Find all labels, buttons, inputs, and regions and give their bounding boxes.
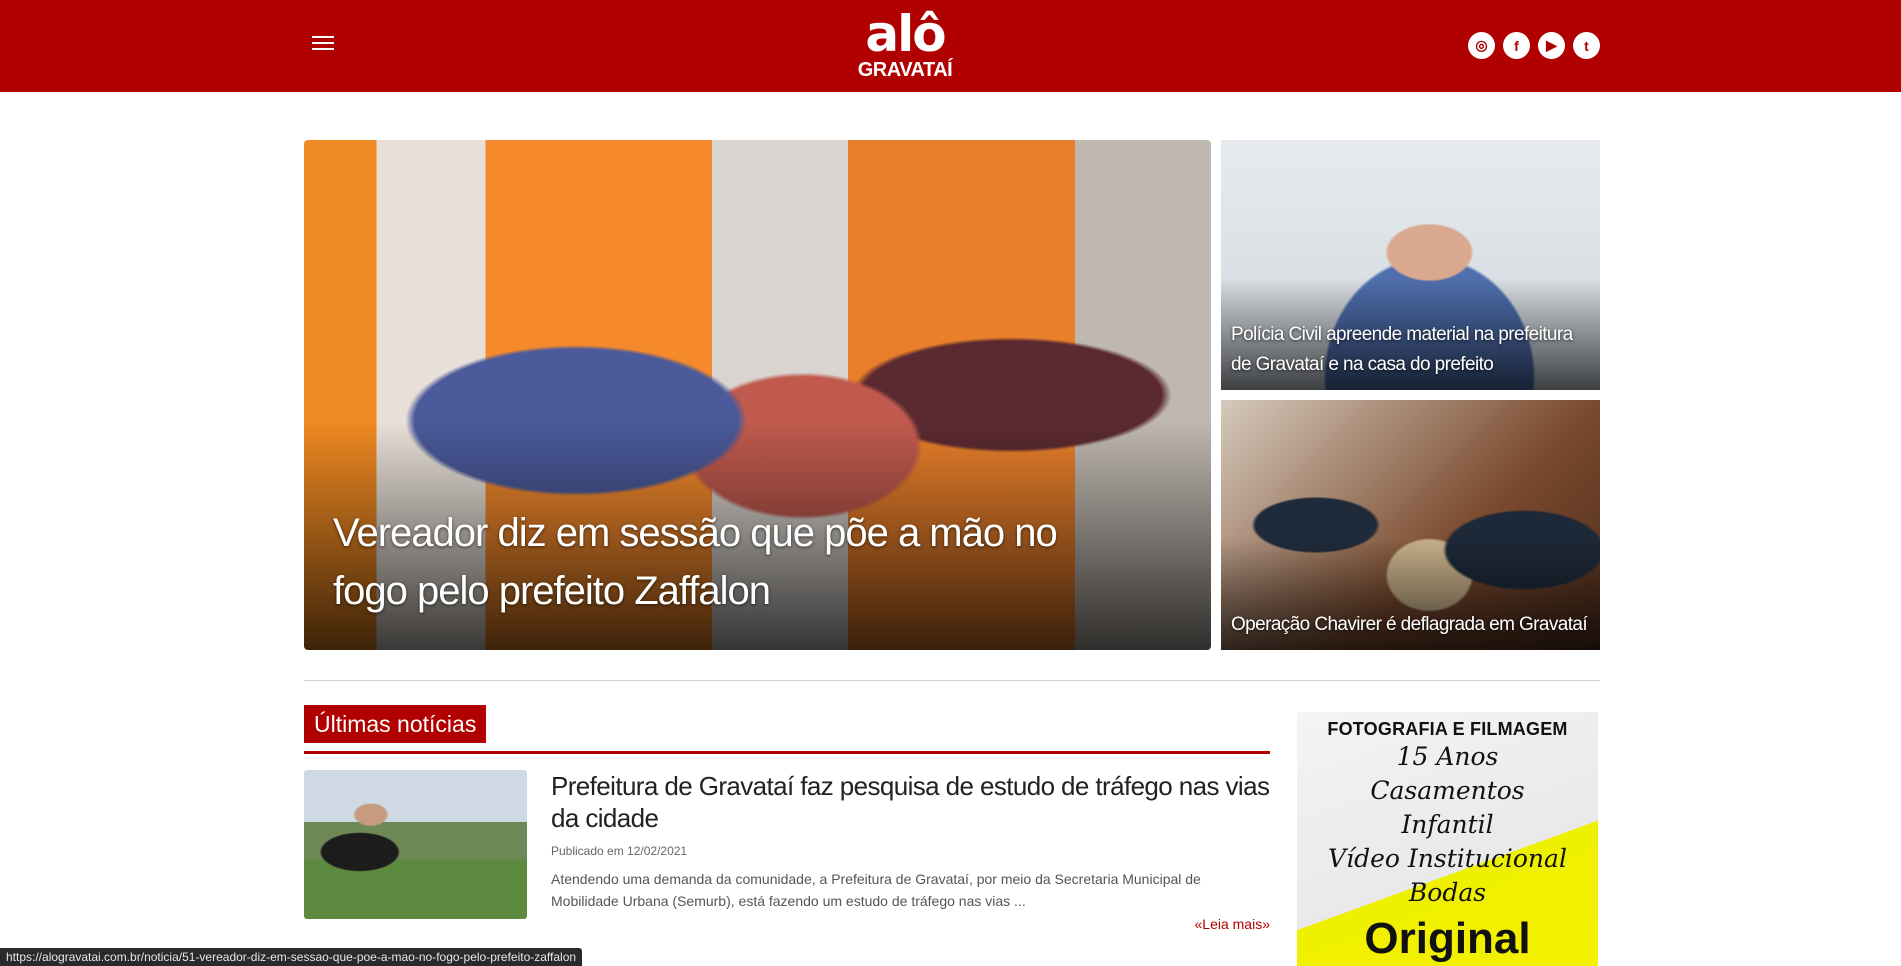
ad-line: Vídeo Institucional (1328, 844, 1567, 873)
latest-news-heading: Últimas notícias (304, 705, 487, 743)
ad-line: Infantil (1401, 810, 1494, 839)
news-title[interactable]: Prefeitura de Gravataí faz pesquisa de e… (551, 770, 1270, 834)
featured-main-title[interactable]: Vereador diz em sessão que põe a mão no … (333, 504, 1113, 620)
logo-top-text: alô (865, 5, 946, 63)
sidebar-advertisement[interactable]: FOTOGRAFIA E FILMAGEM 15 Anos Casamentos… (1297, 712, 1598, 966)
news-date: Publicado em 12/02/2021 (551, 844, 688, 858)
news-excerpt: Atendendo uma demanda da comunidade, a P… (551, 871, 1201, 909)
featured-side-title[interactable]: Operação Chavirer é deflagrada em Gravat… (1231, 610, 1591, 640)
section-divider (304, 680, 1600, 681)
instagram-icon[interactable]: ◎ (1468, 32, 1495, 59)
facebook-icon[interactable]: f (1503, 32, 1530, 59)
featured-side-story[interactable]: Operação Chavirer é deflagrada em Gravat… (1221, 400, 1600, 650)
youtube-icon[interactable]: ▶ (1538, 32, 1565, 59)
featured-main-story[interactable]: Vereador diz em sessão que põe a mão no … (304, 140, 1211, 650)
read-more-link[interactable]: «Leia mais» (1195, 916, 1271, 932)
ad-line: Casamentos (1370, 776, 1525, 805)
ad-line: Bodas (1408, 878, 1487, 907)
site-logo[interactable]: alô GRAVATAÍ (850, 8, 960, 84)
twitter-icon[interactable]: t (1573, 32, 1600, 59)
featured-side-title[interactable]: Polícia Civil apreende material na prefe… (1231, 320, 1591, 380)
latest-news-rule (304, 751, 1270, 754)
news-list-item: Prefeitura de Gravataí faz pesquisa de e… (304, 770, 1271, 932)
ad-heading: FOTOGRAFIA E FILMAGEM (1327, 719, 1568, 739)
social-links: ◎ f ▶ t (1468, 32, 1600, 60)
hamburger-menu-icon[interactable] (312, 36, 334, 54)
ad-brand: Original (1364, 914, 1531, 963)
featured-side-story[interactable]: Polícia Civil apreende material na prefe… (1221, 140, 1600, 390)
top-header: alô GRAVATAÍ ◎ f ▶ t (0, 0, 1901, 92)
news-thumbnail[interactable] (304, 770, 527, 919)
logo-bottom-text: GRAVATAÍ (857, 59, 953, 81)
browser-status-url: https://alogravatai.com.br/noticia/51-ve… (0, 948, 583, 966)
ad-line: 15 Anos (1396, 742, 1499, 771)
